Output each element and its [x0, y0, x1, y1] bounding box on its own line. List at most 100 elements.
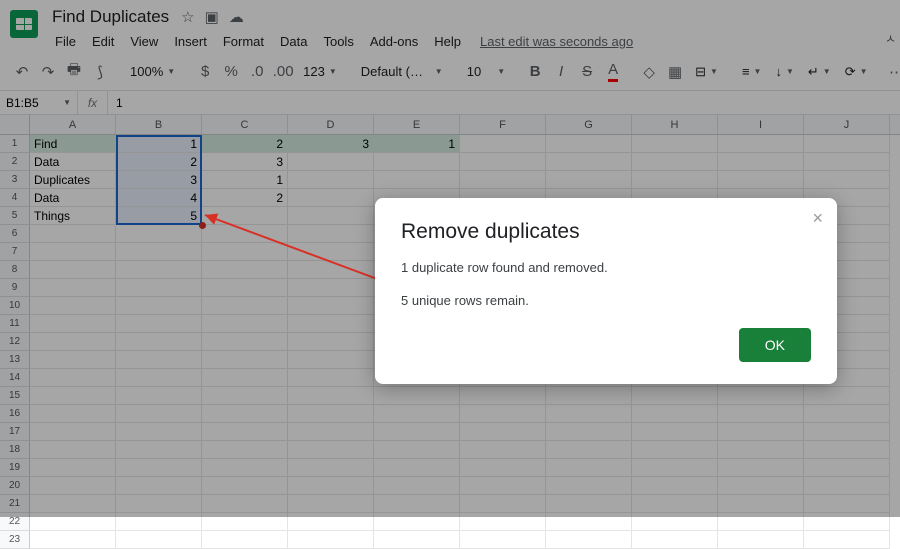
- cell[interactable]: [460, 495, 546, 513]
- cell[interactable]: [546, 531, 632, 549]
- cell[interactable]: [632, 153, 718, 171]
- cell[interactable]: [374, 495, 460, 513]
- undo-icon[interactable]: ↶: [10, 59, 34, 85]
- cell[interactable]: [546, 153, 632, 171]
- cell[interactable]: [30, 423, 116, 441]
- cell[interactable]: [116, 279, 202, 297]
- cell[interactable]: [288, 459, 374, 477]
- cell[interactable]: [30, 405, 116, 423]
- cell[interactable]: [460, 531, 546, 549]
- select-all-corner[interactable]: [0, 115, 30, 134]
- zoom-dropdown[interactable]: 100%▼: [124, 60, 181, 83]
- cell[interactable]: [632, 459, 718, 477]
- cell[interactable]: [632, 477, 718, 495]
- cell[interactable]: [804, 459, 890, 477]
- cell[interactable]: [30, 459, 116, 477]
- col-header[interactable]: F: [460, 115, 546, 134]
- row-header[interactable]: 12: [0, 333, 30, 351]
- col-header[interactable]: G: [546, 115, 632, 134]
- row-header[interactable]: 14: [0, 369, 30, 387]
- row-header[interactable]: 15: [0, 387, 30, 405]
- cell[interactable]: [460, 441, 546, 459]
- cell[interactable]: [116, 495, 202, 513]
- cell[interactable]: 1: [116, 135, 202, 153]
- menu-edit[interactable]: Edit: [85, 30, 121, 53]
- strikethrough-icon[interactable]: S: [575, 59, 599, 85]
- menu-tools[interactable]: Tools: [316, 30, 360, 53]
- cell[interactable]: [202, 513, 288, 531]
- cell[interactable]: [374, 513, 460, 531]
- cell[interactable]: [288, 333, 374, 351]
- cell[interactable]: [632, 135, 718, 153]
- cell[interactable]: [804, 153, 890, 171]
- cell[interactable]: [632, 405, 718, 423]
- cell[interactable]: [202, 279, 288, 297]
- cell[interactable]: [30, 225, 116, 243]
- cell[interactable]: [288, 279, 374, 297]
- name-box[interactable]: B1:B5▼: [0, 91, 78, 114]
- row-header[interactable]: 9: [0, 279, 30, 297]
- cell[interactable]: [718, 531, 804, 549]
- cell[interactable]: [288, 315, 374, 333]
- cell[interactable]: [116, 369, 202, 387]
- row-header[interactable]: 16: [0, 405, 30, 423]
- cell[interactable]: [804, 135, 890, 153]
- row-header[interactable]: 20: [0, 477, 30, 495]
- cell[interactable]: [30, 279, 116, 297]
- cell[interactable]: [632, 495, 718, 513]
- cell[interactable]: [460, 459, 546, 477]
- cell[interactable]: [202, 207, 288, 225]
- cell[interactable]: [374, 387, 460, 405]
- cell[interactable]: [202, 297, 288, 315]
- cell[interactable]: [288, 531, 374, 549]
- increase-decimal-icon[interactable]: .00: [271, 59, 295, 85]
- cell[interactable]: [116, 387, 202, 405]
- cell[interactable]: [632, 387, 718, 405]
- cell[interactable]: [202, 477, 288, 495]
- col-header[interactable]: A: [30, 115, 116, 134]
- cell[interactable]: [288, 477, 374, 495]
- row-header[interactable]: 21: [0, 495, 30, 513]
- cell[interactable]: [30, 513, 116, 531]
- text-color-icon[interactable]: A: [601, 59, 625, 85]
- cell[interactable]: [116, 477, 202, 495]
- percent-icon[interactable]: %: [219, 59, 243, 85]
- cell[interactable]: [116, 315, 202, 333]
- cell[interactable]: [374, 531, 460, 549]
- col-header[interactable]: D: [288, 115, 374, 134]
- italic-icon[interactable]: I: [549, 59, 573, 85]
- menu-help[interactable]: Help: [427, 30, 468, 53]
- cell[interactable]: [546, 423, 632, 441]
- menu-addons[interactable]: Add-ons: [363, 30, 425, 53]
- cell[interactable]: [288, 441, 374, 459]
- last-edit-link[interactable]: Last edit was seconds ago: [480, 34, 633, 49]
- cell[interactable]: 3: [202, 153, 288, 171]
- cell[interactable]: [804, 387, 890, 405]
- merge-cells-dropdown[interactable]: ⊟▼: [689, 60, 724, 84]
- menu-data[interactable]: Data: [273, 30, 314, 53]
- cell[interactable]: [460, 171, 546, 189]
- cell[interactable]: [804, 171, 890, 189]
- cell[interactable]: [374, 459, 460, 477]
- cell[interactable]: [30, 297, 116, 315]
- cell[interactable]: [460, 135, 546, 153]
- row-header[interactable]: 18: [0, 441, 30, 459]
- row-header[interactable]: 7: [0, 243, 30, 261]
- cell[interactable]: [718, 513, 804, 531]
- cell[interactable]: [632, 513, 718, 531]
- row-header[interactable]: 4: [0, 189, 30, 207]
- document-title[interactable]: Find Duplicates: [48, 6, 173, 28]
- cell[interactable]: [202, 315, 288, 333]
- cell[interactable]: 1: [202, 171, 288, 189]
- menu-insert[interactable]: Insert: [167, 30, 214, 53]
- cell[interactable]: [30, 243, 116, 261]
- row-header[interactable]: 10: [0, 297, 30, 315]
- cell[interactable]: [288, 261, 374, 279]
- cell[interactable]: 3: [116, 171, 202, 189]
- row-header[interactable]: 6: [0, 225, 30, 243]
- formula-input[interactable]: 1: [108, 91, 900, 114]
- paint-format-icon[interactable]: ⟆: [88, 59, 112, 85]
- collapse-toolbar-icon[interactable]: ㅅ: [885, 30, 896, 47]
- cell[interactable]: [202, 423, 288, 441]
- cell[interactable]: [718, 387, 804, 405]
